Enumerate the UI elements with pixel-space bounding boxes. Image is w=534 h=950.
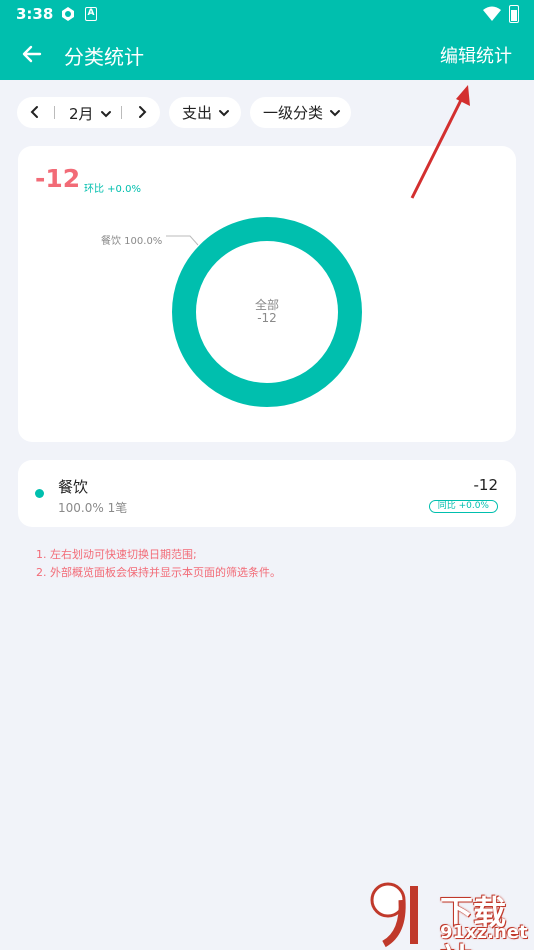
tip-line: 1. 左右划动可快速切换日期范围; xyxy=(36,548,197,561)
chevron-down-icon xyxy=(219,109,230,116)
chevron-left-icon[interactable] xyxy=(28,105,42,119)
divider xyxy=(54,106,55,119)
watermark-logo xyxy=(370,882,418,948)
category-color-dot xyxy=(35,489,44,498)
month-selector: 2月 xyxy=(17,97,160,128)
chevron-down-icon xyxy=(100,110,111,117)
app-bar: 分类统计 编辑统计 xyxy=(0,28,534,80)
notification-icon: A xyxy=(85,7,97,21)
level-dropdown[interactable]: 一级分类 xyxy=(250,97,351,128)
divider xyxy=(121,106,122,119)
category-list-item[interactable]: 餐饮 100.0% 1笔 -12 同比 +0.0% xyxy=(18,460,516,527)
edit-stats-button[interactable]: 编辑统计 xyxy=(440,42,512,68)
month-dropdown[interactable]: 2月 xyxy=(69,103,113,124)
category-amount: -12 xyxy=(473,476,499,494)
chevron-down-icon xyxy=(330,109,341,116)
chevron-right-icon[interactable] xyxy=(135,105,149,119)
month-label: 2月 xyxy=(69,105,94,123)
tip-line: 2. 外部概览面板会保持并显示本页面的筛选条件。 xyxy=(36,566,281,579)
donut-center-value: -12 xyxy=(257,311,277,325)
level-label: 一级分类 xyxy=(263,104,324,122)
category-compare-badge: 同比 +0.0% xyxy=(428,500,498,513)
page-title: 分类统计 xyxy=(64,45,144,69)
slice-label: 餐饮 100.0% xyxy=(101,236,163,247)
sync-icon xyxy=(62,7,74,21)
watermark-url: 91xz.net xyxy=(440,922,528,943)
type-dropdown[interactable]: 支出 xyxy=(169,97,241,128)
annotation-arrow xyxy=(410,85,470,199)
tips: 1. 左右划动可快速切换日期范围; 2. 外部概览面板会保持并显示本页面的筛选条… xyxy=(36,546,281,582)
category-subtext: 100.0% 1笔 xyxy=(58,501,128,515)
category-name: 餐饮 xyxy=(58,478,89,496)
slice-label-leader xyxy=(166,235,199,246)
back-arrow-icon[interactable] xyxy=(18,40,46,68)
status-bar: 3:38 A xyxy=(0,0,534,28)
status-time: 3:38 xyxy=(16,5,54,23)
type-label: 支出 xyxy=(182,104,213,122)
battery-icon xyxy=(509,5,519,23)
wifi-icon xyxy=(483,6,501,21)
